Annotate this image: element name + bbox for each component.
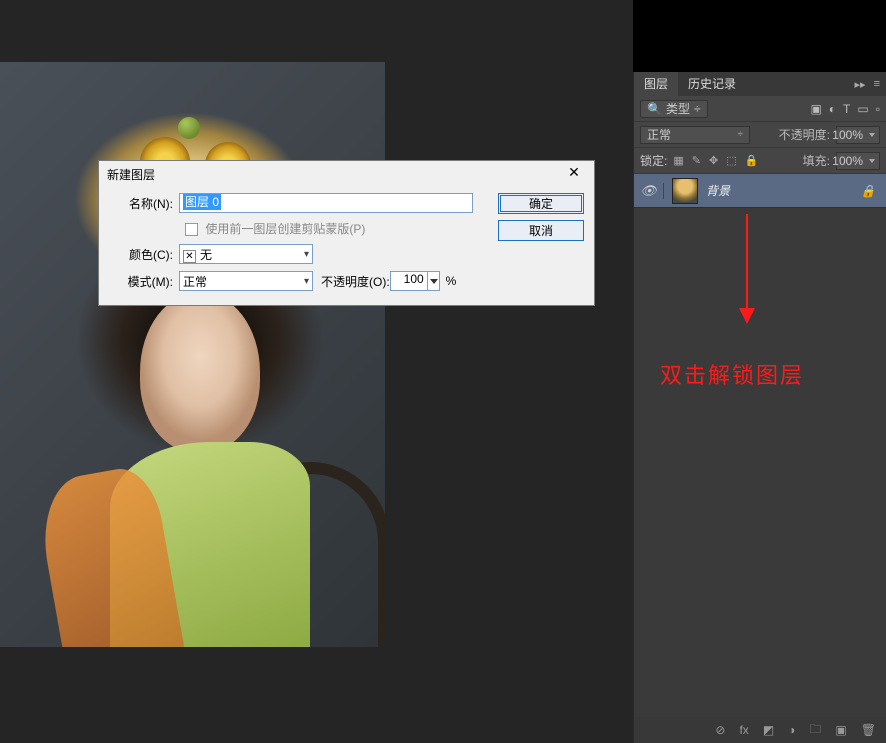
lock-pixels-icon[interactable]: ▦ (673, 154, 683, 167)
lock-move-icon[interactable]: ✥ (709, 154, 718, 167)
filter-shape-icon[interactable]: ▭ (857, 102, 868, 116)
name-label: 名称(N): (109, 195, 179, 212)
lock-label: 锁定: (640, 152, 667, 169)
opacity-input[interactable]: 100 (390, 271, 428, 291)
panel-menu-icon[interactable]: ≡ (874, 78, 880, 90)
layers-panel-footer: ⊘ fx ◩ ◑ 🗀 ▣ 🗑 (634, 717, 886, 743)
color-label: 颜色(C): (109, 246, 179, 263)
link-layers-icon[interactable]: ⊘ (715, 723, 725, 737)
filter-smart-icon[interactable]: ▫ (876, 102, 880, 116)
clip-mask-checkbox[interactable] (185, 223, 198, 236)
close-button[interactable]: ✕ (560, 164, 588, 184)
panel-opacity-input[interactable]: 100% (836, 126, 880, 144)
blend-mode-dropdown[interactable]: 正常 ÷ (640, 126, 750, 144)
tab-history[interactable]: 历史记录 (678, 72, 746, 96)
visibility-toggle[interactable]: 👁 (634, 183, 664, 199)
color-select[interactable]: ✕ 无 ▾ (179, 244, 313, 264)
mode-value: 正常 (183, 273, 207, 290)
chevron-down-icon: ÷ (738, 129, 744, 140)
color-value: 无 (200, 248, 212, 262)
canvas-workspace (0, 0, 633, 743)
lock-artboard-icon[interactable]: ⬚ (726, 154, 736, 167)
panel-collapse-icon[interactable]: ▸▸ (855, 78, 866, 91)
new-layer-icon[interactable]: ▣ (835, 723, 846, 737)
annotation-text: 双击解锁图层 (660, 358, 804, 390)
blend-mode-value: 正常 (647, 126, 671, 143)
filter-adjust-icon[interactable]: ◐ (829, 102, 836, 116)
fill-input[interactable]: 100% (836, 152, 880, 170)
opacity-stepper[interactable] (428, 271, 440, 291)
search-icon: 🔍 (647, 102, 662, 116)
layer-row-background[interactable]: 👁 背景 🔒 (634, 174, 886, 208)
chevron-down-icon: ÷ (694, 102, 701, 116)
tab-layers[interactable]: 图层 (634, 72, 678, 96)
filter-kind-label: 类型 (666, 100, 690, 117)
panel-opacity-label: 不透明度: (779, 126, 830, 143)
filter-type-icon[interactable]: T (843, 102, 850, 116)
fill-label: 填充: (803, 152, 830, 169)
layer-name[interactable]: 背景 (706, 182, 858, 199)
lock-paint-icon[interactable]: ✎ (692, 154, 701, 167)
layer-list: 👁 背景 🔒 (634, 174, 886, 717)
panel-opacity-value: 100% (832, 128, 863, 142)
clip-mask-label: 使用前一图层创建剪贴蒙版(P) (205, 222, 365, 236)
layer-lock-icon: 🔒 (858, 184, 878, 198)
layer-name-input[interactable]: 图层 0 (179, 193, 473, 213)
cancel-button[interactable]: 取消 (498, 220, 584, 241)
lock-all-icon[interactable]: 🔒 (745, 154, 759, 167)
layer-thumbnail[interactable] (672, 178, 698, 204)
chevron-down-icon: ▾ (304, 249, 309, 260)
color-none-icon: ✕ (183, 250, 196, 263)
opacity-label: 不透明度(O): (321, 273, 390, 290)
opacity-unit: % (446, 274, 457, 288)
layers-panel: 图层 历史记录 ▸▸ ≡ 🔍 类型 ÷ ▣ ◐ T ▭ ▫ 正常 ÷ 不透明度:… (633, 72, 886, 743)
layer-filter-kind[interactable]: 🔍 类型 ÷ (640, 100, 708, 118)
delete-layer-icon[interactable]: 🗑 (861, 723, 876, 737)
annotation-arrow (746, 214, 748, 322)
blend-mode-select[interactable]: 正常 ▾ (179, 271, 313, 291)
add-mask-icon[interactable]: ◩ (763, 723, 774, 737)
adjustment-layer-icon[interactable]: ◑ (788, 723, 795, 737)
portrait-face (140, 292, 260, 452)
fx-icon[interactable]: fx (739, 723, 748, 737)
portrait-apple (178, 117, 200, 139)
dialog-title: 新建图层 (107, 166, 155, 183)
mode-label: 模式(M): (109, 273, 179, 290)
chevron-down-icon: ▾ (304, 276, 309, 287)
document-canvas[interactable] (0, 62, 385, 647)
fill-value: 100% (832, 154, 863, 168)
ok-button[interactable]: 确定 (498, 193, 584, 214)
new-group-icon[interactable]: 🗀 (809, 720, 821, 741)
layer-name-value: 图层 0 (183, 194, 221, 210)
new-layer-dialog: 新建图层 ✕ 名称(N): 图层 0 使用前一图层创建剪贴蒙版(P) 颜色(C)… (98, 160, 595, 306)
filter-pixel-icon[interactable]: ▣ (810, 102, 821, 116)
